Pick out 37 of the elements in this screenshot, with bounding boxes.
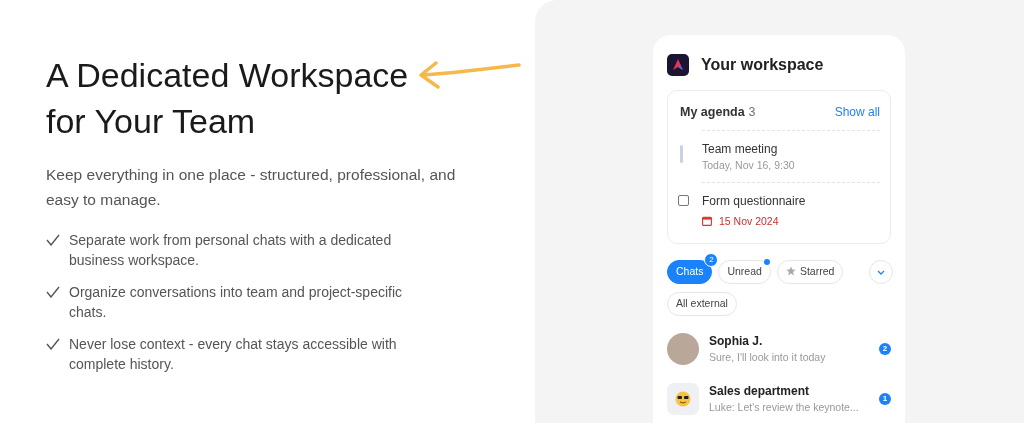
check-icon — [46, 234, 60, 246]
unread-count: 2 — [879, 342, 891, 355]
avatar-placeholder — [667, 332, 699, 365]
feature-text: Never lose context - every chat stays accessible with complete history. — [69, 335, 398, 374]
agenda-item-title: Team meeting — [702, 140, 779, 158]
heading-line: for Your Team — [46, 101, 256, 142]
heading-line: A Dedicated Workspace — [46, 55, 409, 96]
workspace-title: Your workspace — [701, 55, 824, 75]
chevron-down-icon — [877, 269, 885, 275]
calendar-icon — [702, 216, 712, 227]
filter-chip[interactable]: Unread — [718, 260, 771, 285]
agenda-title: My agenda — [680, 104, 745, 121]
agenda-count: 3 — [748, 104, 756, 121]
sunglasses-face-icon — [675, 390, 691, 407]
count-badge: 2 — [704, 253, 719, 268]
due-date: 15 Nov 2024 — [719, 213, 779, 229]
filter-chip[interactable]: Starred — [776, 260, 844, 285]
logo-icon — [667, 54, 689, 76]
subtitle: Keep everything in one place - structured, professional, and easy to manage. — [46, 165, 457, 210]
chat-preview: Luke: Let's review the keynote... — [709, 399, 860, 415]
feature-text: Separate work from personal chats with a dedicated business workspace. — [69, 231, 393, 270]
show-all-link[interactable]: Show all — [834, 103, 880, 122]
filter-chip[interactable]: All external — [667, 292, 737, 316]
event-marker — [680, 144, 683, 163]
task-checkbox[interactable] — [678, 194, 689, 206]
arrow-icon — [416, 59, 522, 91]
chat-name: Sophia J. — [709, 333, 764, 350]
chat-name: Sales department — [709, 382, 811, 400]
chat-preview: Sure, I'll look into it today — [709, 350, 827, 365]
unread-dot — [763, 259, 770, 266]
star-icon — [785, 266, 796, 277]
agenda-item-time: Today, Nov 16, 9:30 — [702, 157, 795, 173]
check-icon — [46, 286, 60, 298]
unread-count: 1 — [879, 392, 891, 405]
check-icon — [46, 338, 60, 350]
feature-text: Organize conversations into team and project-specific chats. — [69, 283, 404, 322]
agenda-item-title: Form questionnaire — [702, 192, 806, 210]
